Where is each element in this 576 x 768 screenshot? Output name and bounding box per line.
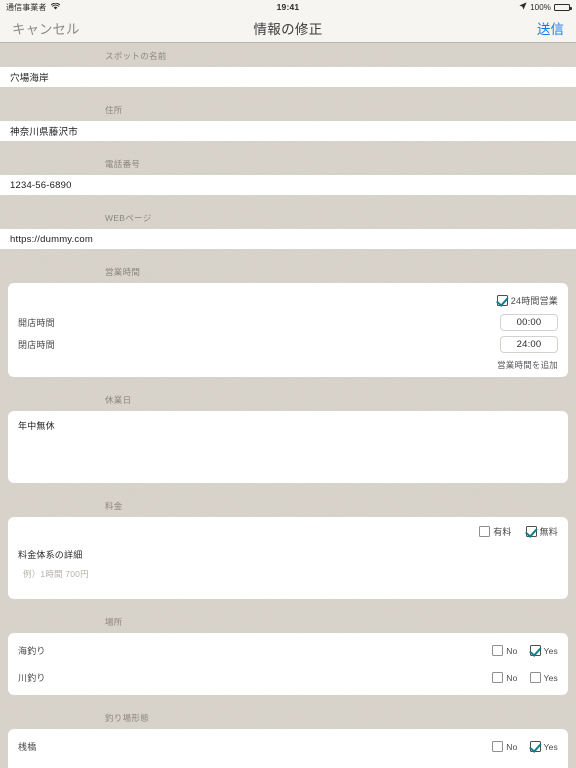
navigation-bar: キャンセル 情報の修正 送信 [0,14,576,43]
spot-type-yes-checkbox[interactable] [529,741,541,752]
place-row-controls: No Yes [492,672,558,683]
status-bar: 通信事業者 19:41 100% [0,0,576,14]
form-scroll-container[interactable]: スポットの名前 穴場海岸 住所 神奈川県藤沢市 電話番号 1234-56-689… [0,43,576,768]
spot-type-no-checkbox[interactable] [492,741,504,752]
spot-type-card: 桟橋 No Yes 海上イケス No [8,729,568,768]
section-phone: 電話番号 1234-56-6890 [0,151,576,195]
spot-type-yes-label: Yes [543,741,558,752]
submit-button[interactable]: 送信 [323,18,564,38]
fee-paid-label: 有料 [493,527,512,537]
place-no-checkbox[interactable] [492,672,504,683]
place-no-option[interactable]: No [492,672,517,683]
wifi-icon [50,2,60,12]
close-time-label: 閉店時間 [18,339,55,350]
spot-name-label: スポットの名前 [105,51,167,61]
spot-type-no-label: No [506,741,518,752]
battery-full-icon [554,3,572,11]
status-bar-right: 100% [299,2,572,12]
spot-type-row-offshore-pen: 海上イケス No Yes [18,760,558,768]
business-hours-label: 営業時間 [105,267,141,277]
place-row-label: 川釣り [18,673,46,683]
fee-free-label: 無料 [539,527,558,537]
fee-paid-option[interactable]: 有料 [479,525,511,538]
location-arrow-icon [519,2,527,12]
spot-type-no-option[interactable]: No [492,741,517,752]
place-yes-label: Yes [543,645,558,656]
closed-days-textarea[interactable]: 年中無休 [8,411,568,483]
spot-type-row-controls: No Yes [492,741,558,752]
spot-type-label: 釣り場形態 [105,713,150,723]
spot-type-row-label: 桟橋 [18,742,37,752]
fee-free-option[interactable]: 無料 [525,525,558,538]
place-yes-label: Yes [543,672,558,683]
page-title: 情報の修正 [253,22,323,37]
place-no-label: No [506,672,518,683]
open-24h-checkbox[interactable] [496,294,508,306]
section-place: 場所 海釣り No Yes 川釣り No Yes [0,609,576,695]
fee-paid-checkbox[interactable] [479,526,491,537]
place-row-sea-fishing: 海釣り No Yes [18,637,558,664]
place-row-controls: No Yes [492,645,558,656]
place-yes-checkbox[interactable] [529,672,541,683]
section-fee: 料金 有料 無料 料金体系の詳細 例）1時間 700円 [0,493,576,599]
place-row-label: 海釣り [18,646,46,656]
fee-detail-input[interactable]: 例）1時間 700円 [18,568,558,580]
add-business-hours-button[interactable]: 営業時間を追加 [18,355,558,371]
close-time-input[interactable]: 24:00 [500,335,558,353]
close-time-row: 閉店時間 24:00 [18,333,558,355]
status-bar-left: 通信事業者 [6,2,277,13]
website-input[interactable]: https://dummy.com [0,229,576,249]
open-24h-row: 24時間営業 [18,289,558,311]
closed-days-label: 休業日 [105,395,132,405]
open-24h-checkbox-group[interactable]: 24時間営業 [496,294,558,307]
phone-input[interactable]: 1234-56-6890 [0,175,576,195]
business-hours-card: 24時間営業 開店時間 00:00 閉店時間 24:00 営業時間を追加 [8,283,568,377]
fee-checkbox-row: 有料 無料 [18,525,558,538]
section-spot-name: スポットの名前 穴場海岸 [0,43,576,87]
section-address: 住所 神奈川県藤沢市 [0,97,576,141]
open-time-label: 開店時間 [18,317,55,328]
section-closed-days: 休業日 年中無休 [0,387,576,483]
cancel-button[interactable]: キャンセル [12,18,254,38]
address-label: 住所 [105,105,123,115]
place-card: 海釣り No Yes 川釣り No Yes [8,633,568,695]
place-no-checkbox[interactable] [492,645,504,656]
status-bar-clock: 19:41 [276,2,300,12]
spot-type-yes-option[interactable]: Yes [529,741,558,752]
open-time-input[interactable]: 00:00 [500,313,558,331]
open-24h-label: 24時間営業 [510,295,558,306]
fee-detail-label: 料金体系の詳細 [18,550,83,560]
place-row-river-fishing: 川釣り No Yes [18,664,558,691]
section-website: WEBページ https://dummy.com [0,205,576,249]
place-yes-option[interactable]: Yes [529,645,558,656]
place-yes-checkbox[interactable] [529,645,541,656]
phone-label: 電話番号 [105,159,141,169]
place-no-option[interactable]: No [492,645,517,656]
spot-type-row-pier: 桟橋 No Yes [18,733,558,760]
section-spot-type: 釣り場形態 桟橋 No Yes 海上イケス [0,705,576,768]
fee-free-checkbox[interactable] [525,526,537,537]
place-yes-option[interactable]: Yes [529,672,558,683]
spot-name-input[interactable]: 穴場海岸 [0,67,576,87]
address-input[interactable]: 神奈川県藤沢市 [0,121,576,141]
open-time-row: 開店時間 00:00 [18,311,558,333]
place-no-label: No [506,645,518,656]
section-business-hours: 営業時間 24時間営業 開店時間 00:00 閉店時間 24:00 営業時間を追… [0,259,576,377]
carrier-label: 通信事業者 [6,2,47,12]
place-label: 場所 [105,617,123,627]
website-label: WEBページ [105,213,152,223]
fee-card: 有料 無料 料金体系の詳細 例）1時間 700円 [8,517,568,599]
battery-percent-label: 100% [530,2,551,12]
fee-label: 料金 [105,501,123,511]
